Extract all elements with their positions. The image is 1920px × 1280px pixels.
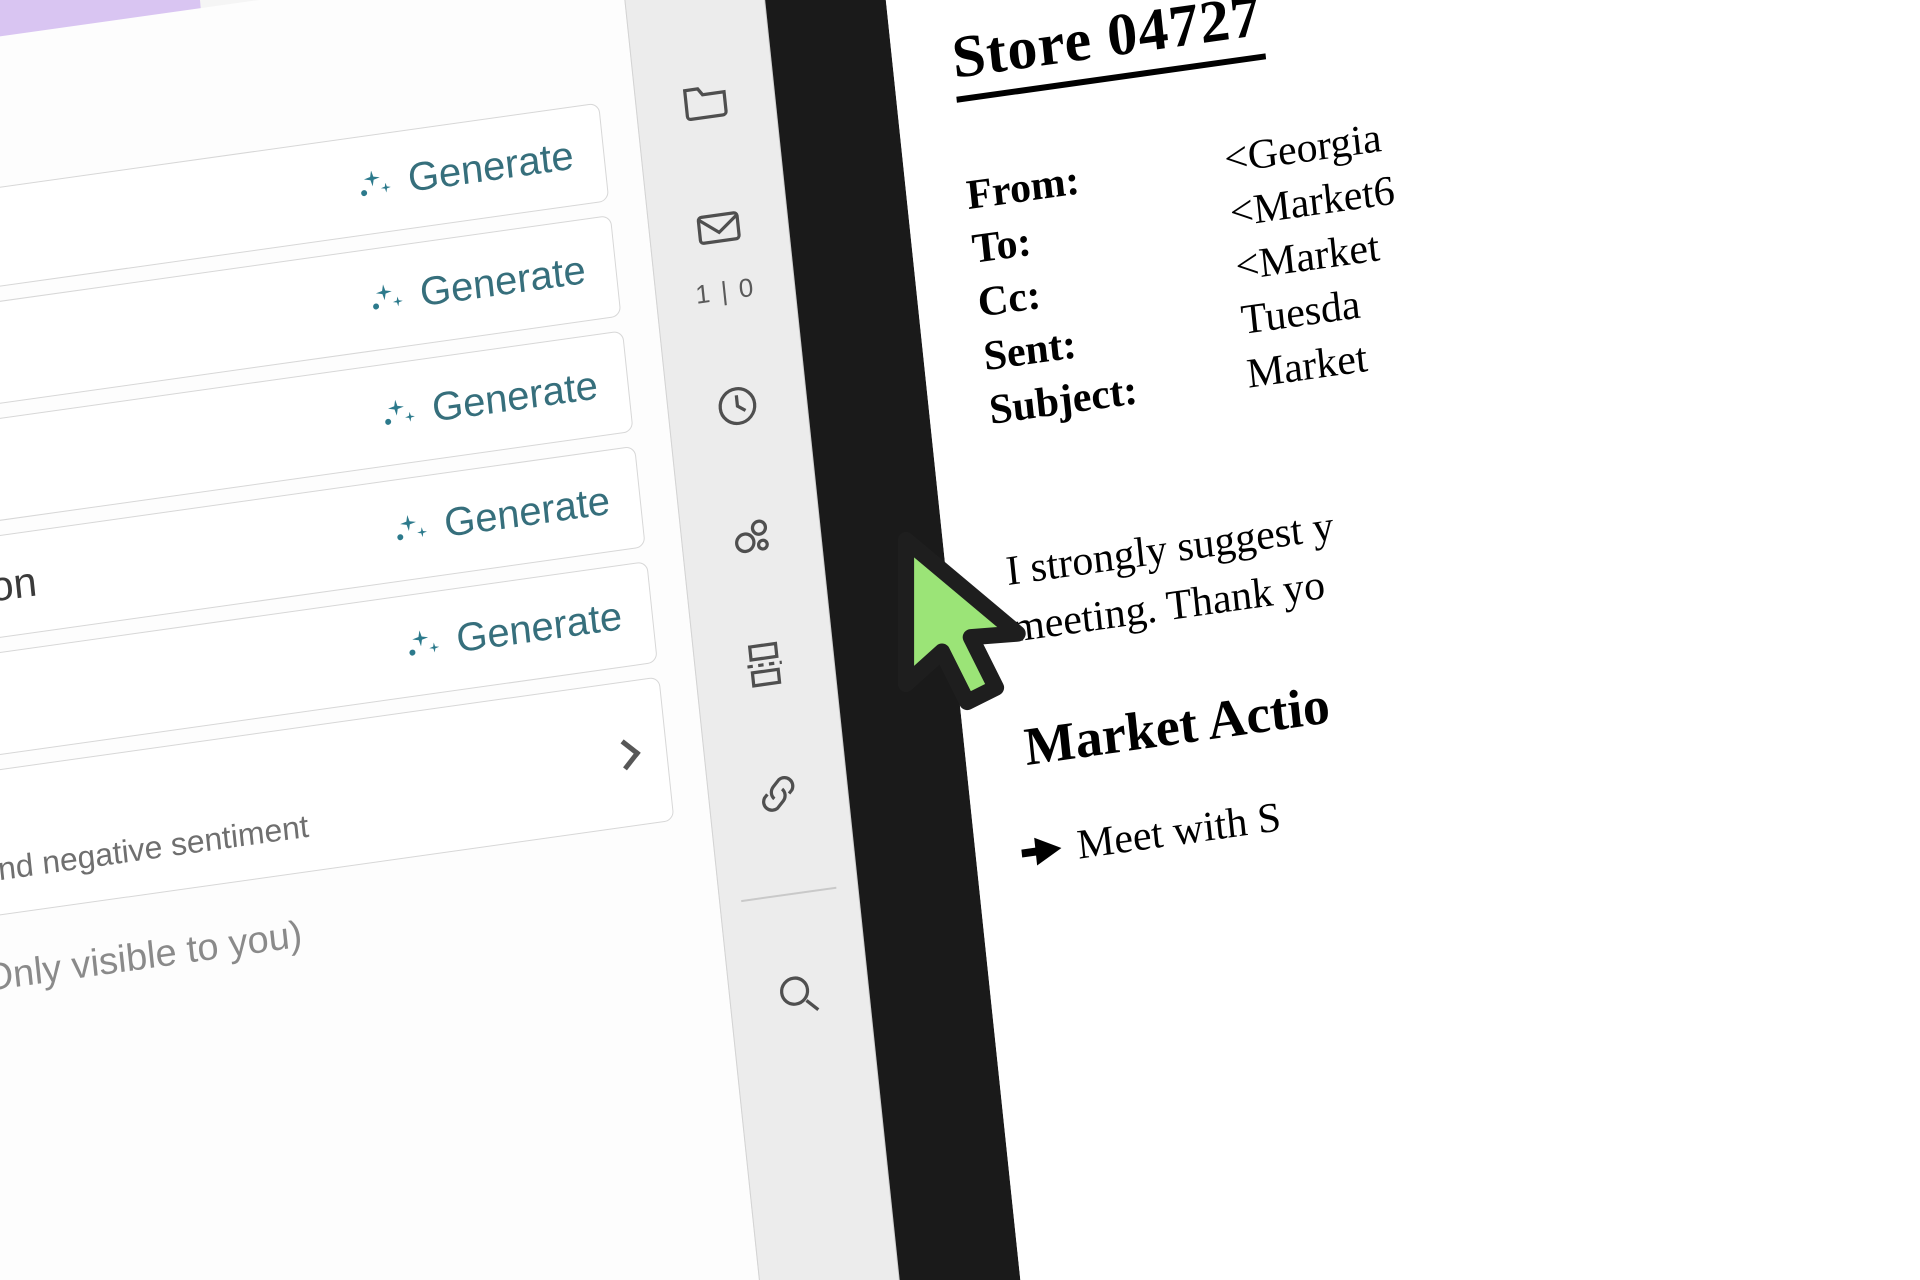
scan-artifact: · (1052, 0, 1070, 6)
sparkle-icon (369, 277, 408, 318)
chevron-right-icon (610, 739, 641, 770)
generate-label: Generate (406, 134, 576, 202)
mail-icon[interactable] (686, 194, 752, 262)
sparkle-icon (357, 163, 396, 204)
sparkle-icon (393, 508, 432, 549)
arrow-bullet-icon (1034, 834, 1063, 865)
generate-label: Generate (442, 478, 612, 546)
generate-button[interactable]: Generate (392, 478, 612, 553)
page-break-icon[interactable] (732, 631, 798, 699)
sparkle-icon (405, 623, 444, 664)
meta-subject-value: Market (1244, 334, 1369, 399)
link-icon[interactable] (745, 760, 811, 828)
search-icon[interactable] (766, 961, 832, 1029)
generate-label: Generate (418, 248, 588, 316)
generate-button[interactable]: Generate (405, 594, 625, 669)
bubbles-icon[interactable] (718, 501, 784, 569)
copy-icon[interactable] (659, 0, 725, 3)
generate-label: Generate (454, 594, 624, 662)
toolbar-divider (741, 887, 837, 902)
generate-button[interactable]: Generate (356, 134, 576, 209)
history-icon[interactable] (705, 372, 771, 440)
folder-icon[interactable] (672, 65, 738, 133)
generate-label: Generate (430, 363, 600, 431)
meta-sent-value: Tuesda (1239, 281, 1363, 345)
own-questions-label: your own questions (Only visible to you) (0, 914, 304, 1050)
document-heading: Store 04727 (949, 0, 1266, 103)
document-page: · · Store 04727 From:<Georgia To:<Market… (864, 0, 1920, 1280)
sparkle-icon (381, 393, 420, 434)
mail-count: 1 | 0 (694, 272, 757, 311)
generate-button[interactable]: Generate (380, 363, 600, 438)
generate-button[interactable]: Generate (368, 248, 588, 323)
